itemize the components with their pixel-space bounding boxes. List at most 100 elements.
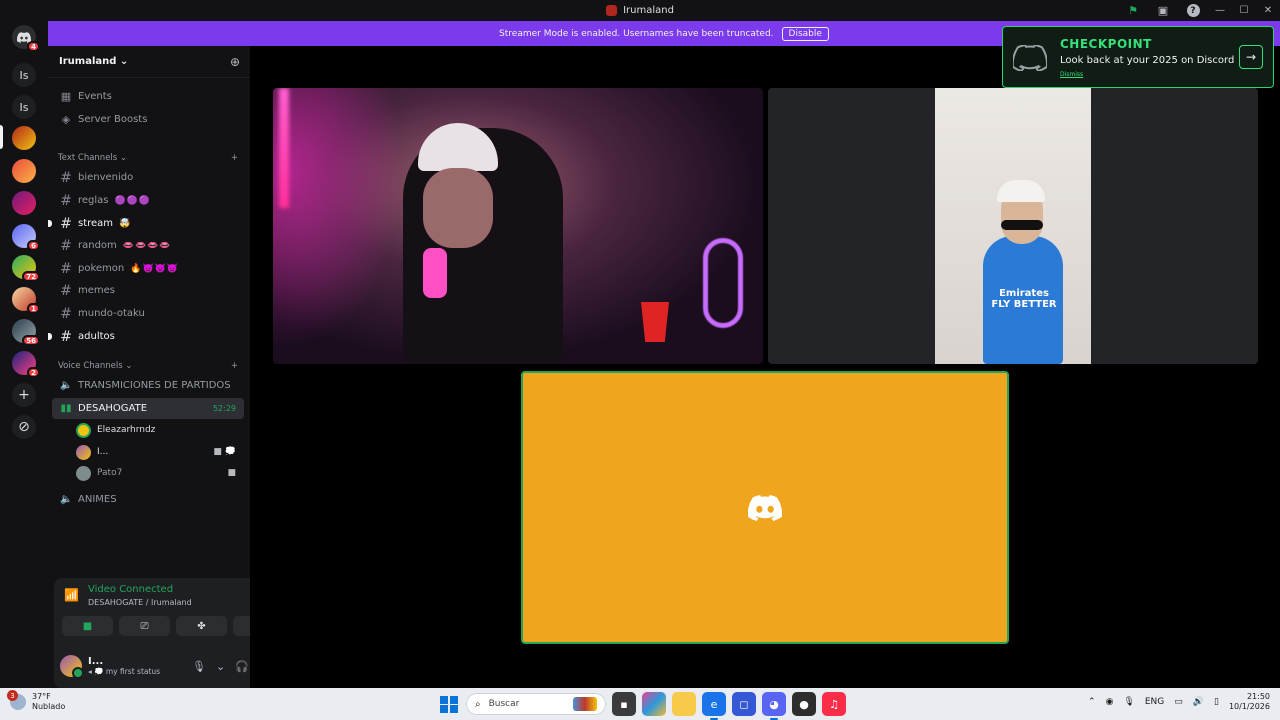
hash-icon: # <box>60 260 72 277</box>
activities-button[interactable]: ✤ <box>176 616 227 636</box>
server-avatar-2[interactable] <box>12 159 36 183</box>
voice-user[interactable]: I... ■ 💭 <box>76 442 244 462</box>
screen-share-button[interactable]: ⎚ <box>119 616 170 636</box>
discord-taskbar-icon[interactable]: ◕ <box>762 692 786 720</box>
discord-icon <box>748 494 782 521</box>
jersey-text: Emirates FLY BETTER <box>991 288 1057 310</box>
start-button[interactable] <box>438 693 460 715</box>
video-tile-user[interactable]: Emirates FLY BETTER <box>768 88 1258 364</box>
camera-button[interactable]: ■ <box>62 616 113 636</box>
network-app-icon[interactable]: ◉ <box>1106 697 1114 707</box>
server-is-2[interactable]: Is <box>12 95 36 119</box>
hash-icon: # <box>60 282 72 299</box>
add-channel-icon[interactable]: + <box>231 153 238 163</box>
close-button[interactable]: ✕ <box>1256 0 1280 21</box>
invite-icon[interactable]: ⊕ <box>230 55 240 69</box>
clock[interactable]: 21:50 10/1/2026 <box>1229 692 1270 712</box>
server-boosts-item[interactable]: ◈ Server Boosts <box>52 109 244 130</box>
server-avatar-5[interactable]: 72 <box>12 255 40 282</box>
arrow-right-icon[interactable]: → <box>1239 45 1263 69</box>
voice-user[interactable]: Eleazarhrndz <box>76 420 244 440</box>
disable-button[interactable]: Disable <box>781 26 829 41</box>
minimize-button[interactable]: — <box>1208 0 1232 21</box>
channel-sidebar: Irumaland ⌄ ⊕ ▦ Events ◈ Server Boosts T… <box>48 46 294 688</box>
video-tile-no-camera[interactable] <box>521 371 1009 644</box>
unread-badge: 56 <box>22 335 40 346</box>
server-avatar-4[interactable]: 6 <box>12 224 40 251</box>
cloud-icon: 3 <box>7 690 26 710</box>
video-tile-streamer[interactable] <box>273 88 763 364</box>
channel-random[interactable]: # random 👄👄👄👄 <box>52 235 244 256</box>
file-explorer-icon[interactable] <box>672 692 696 716</box>
music-icon[interactable]: ♫ <box>822 692 846 716</box>
display-icon[interactable]: ▭ <box>1174 697 1183 707</box>
chevron-down-icon[interactable]: ⌄ <box>216 660 225 673</box>
speaker-icon: 🔈 <box>60 494 73 505</box>
channel-mundo-otaku[interactable]: # mundo-otaku <box>52 303 244 324</box>
unread-indicator <box>48 220 52 227</box>
maximize-button[interactable]: ☐ <box>1232 0 1256 21</box>
add-server-button[interactable]: + <box>12 383 36 407</box>
inbox-icon[interactable]: ▣ <box>1148 0 1178 21</box>
steam-icon[interactable]: ● <box>792 692 816 716</box>
microphone-icon[interactable]: 🎙 <box>192 660 206 673</box>
windows-taskbar: 3 37°F Nublado ⌕ Buscar ▪ e ◻ ◕ ● ♫ ⌃ ◉ … <box>0 688 1280 720</box>
server-avatar-3[interactable] <box>12 191 36 215</box>
edge-icon[interactable]: e <box>702 692 726 720</box>
search-icon: ⌕ <box>475 698 481 710</box>
discord-icon <box>1013 45 1047 71</box>
hash-icon: # <box>60 169 72 186</box>
search-highlight-icon <box>573 697 597 711</box>
channel-pokemon[interactable]: # pokemon 🔥👿👿👿 <box>52 258 244 279</box>
weather-temp: 37°F <box>32 692 51 701</box>
channel-bienvenido[interactable]: # bienvenido <box>52 167 244 188</box>
explore-icon[interactable]: ⊘ <box>12 415 36 439</box>
copilot-icon[interactable] <box>642 692 666 716</box>
hash-icon: # <box>60 237 72 254</box>
server-is-1[interactable]: Is <box>12 63 36 87</box>
volume-icon[interactable]: 🔊 <box>1193 697 1204 707</box>
task-view-icon[interactable]: ▪ <box>612 692 636 716</box>
hash-icon: # <box>60 215 72 232</box>
text-channels-category[interactable]: Text Channels ⌄ + <box>58 153 238 163</box>
server-avatar-8[interactable]: 2 <box>12 351 40 378</box>
headphones-icon[interactable]: 🎧 <box>235 660 249 673</box>
neon-light <box>279 88 289 208</box>
server-avatar-6[interactable]: 1 <box>12 287 40 314</box>
flag-icon[interactable]: ⚑ <box>1118 0 1148 21</box>
call-timer: 52:29 <box>212 404 236 413</box>
channel-memes[interactable]: # memes <box>52 280 244 301</box>
checkpoint-card[interactable]: CHECKPOINT Look back at your 2025 on Dis… <box>1002 26 1274 88</box>
app-icon[interactable]: ◻ <box>732 692 756 716</box>
active-server-indicator <box>0 125 3 149</box>
chevron-up-icon[interactable]: ⌃ <box>1088 697 1096 707</box>
help-icon[interactable]: ? <box>1178 0 1208 21</box>
voice-channels-category[interactable]: Voice Channels ⌄ + <box>58 361 238 371</box>
voice-location[interactable]: DESAHOGATE / Irumaland <box>88 598 192 607</box>
microphone-icon[interactable]: 🎙 <box>1123 697 1134 707</box>
hash-icon: # <box>60 328 72 345</box>
channel-stream[interactable]: # stream 🤯 <box>48 213 244 234</box>
voice-channel-partidos[interactable]: 🔈 TRANSMICIONES DE PARTIDOS <box>52 375 244 396</box>
channel-reglas[interactable]: # reglas 🟣🟣🟣 <box>52 190 244 211</box>
voice-channel-animes[interactable]: 🔈 ANIMES <box>52 489 244 510</box>
taskbar-search[interactable]: ⌕ Buscar <box>466 693 606 715</box>
avatar[interactable] <box>60 655 84 679</box>
weather-badge: 3 <box>7 690 18 701</box>
server-avatar-7[interactable]: 56 <box>12 319 40 346</box>
server-header[interactable]: Irumaland ⌄ ⊕ <box>48 46 250 78</box>
channel-adultos[interactable]: # adultos <box>48 326 244 347</box>
home-button[interactable]: 4 <box>12 25 40 52</box>
server-irumaland[interactable] <box>12 126 36 150</box>
add-channel-icon[interactable]: + <box>231 361 238 371</box>
voice-user[interactable]: Pato7 ■ <box>76 463 244 483</box>
weather-widget[interactable]: 3 37°F Nublado <box>7 690 65 712</box>
voice-status[interactable]: Video Connected <box>88 584 173 595</box>
language-indicator[interactable]: ENG <box>1145 697 1164 707</box>
voice-channel-desahogate[interactable]: ▮▮ DESAHOGATE 52:29 <box>52 398 244 419</box>
avatar <box>76 422 91 438</box>
battery-icon[interactable]: ▯ <box>1214 697 1219 707</box>
events-item[interactable]: ▦ Events <box>52 86 244 107</box>
avatar <box>76 444 91 460</box>
dismiss-link[interactable]: Dismiss <box>1060 71 1083 78</box>
